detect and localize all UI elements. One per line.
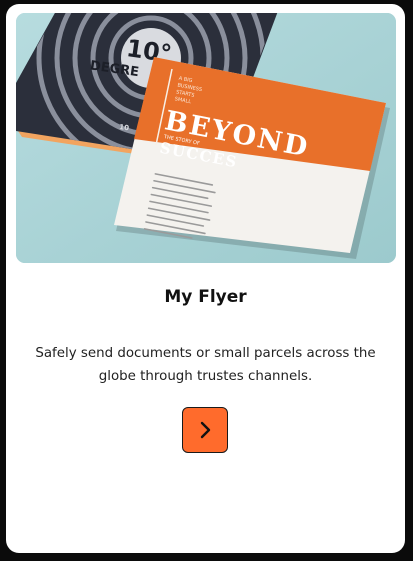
flyer-image: 10° DEGRE 10 A BIG BUSINESS STARTS SMALL… xyxy=(16,13,396,263)
flyer-card: 10° DEGRE 10 A BIG BUSINESS STARTS SMALL… xyxy=(6,4,405,553)
svg-text:10: 10 xyxy=(119,123,130,132)
chevron-right-icon xyxy=(200,421,211,439)
card-title: My Flyer xyxy=(164,287,247,307)
card-description: Safely send documents or small parcels a… xyxy=(35,346,376,384)
open-flyer-button[interactable] xyxy=(182,407,228,453)
